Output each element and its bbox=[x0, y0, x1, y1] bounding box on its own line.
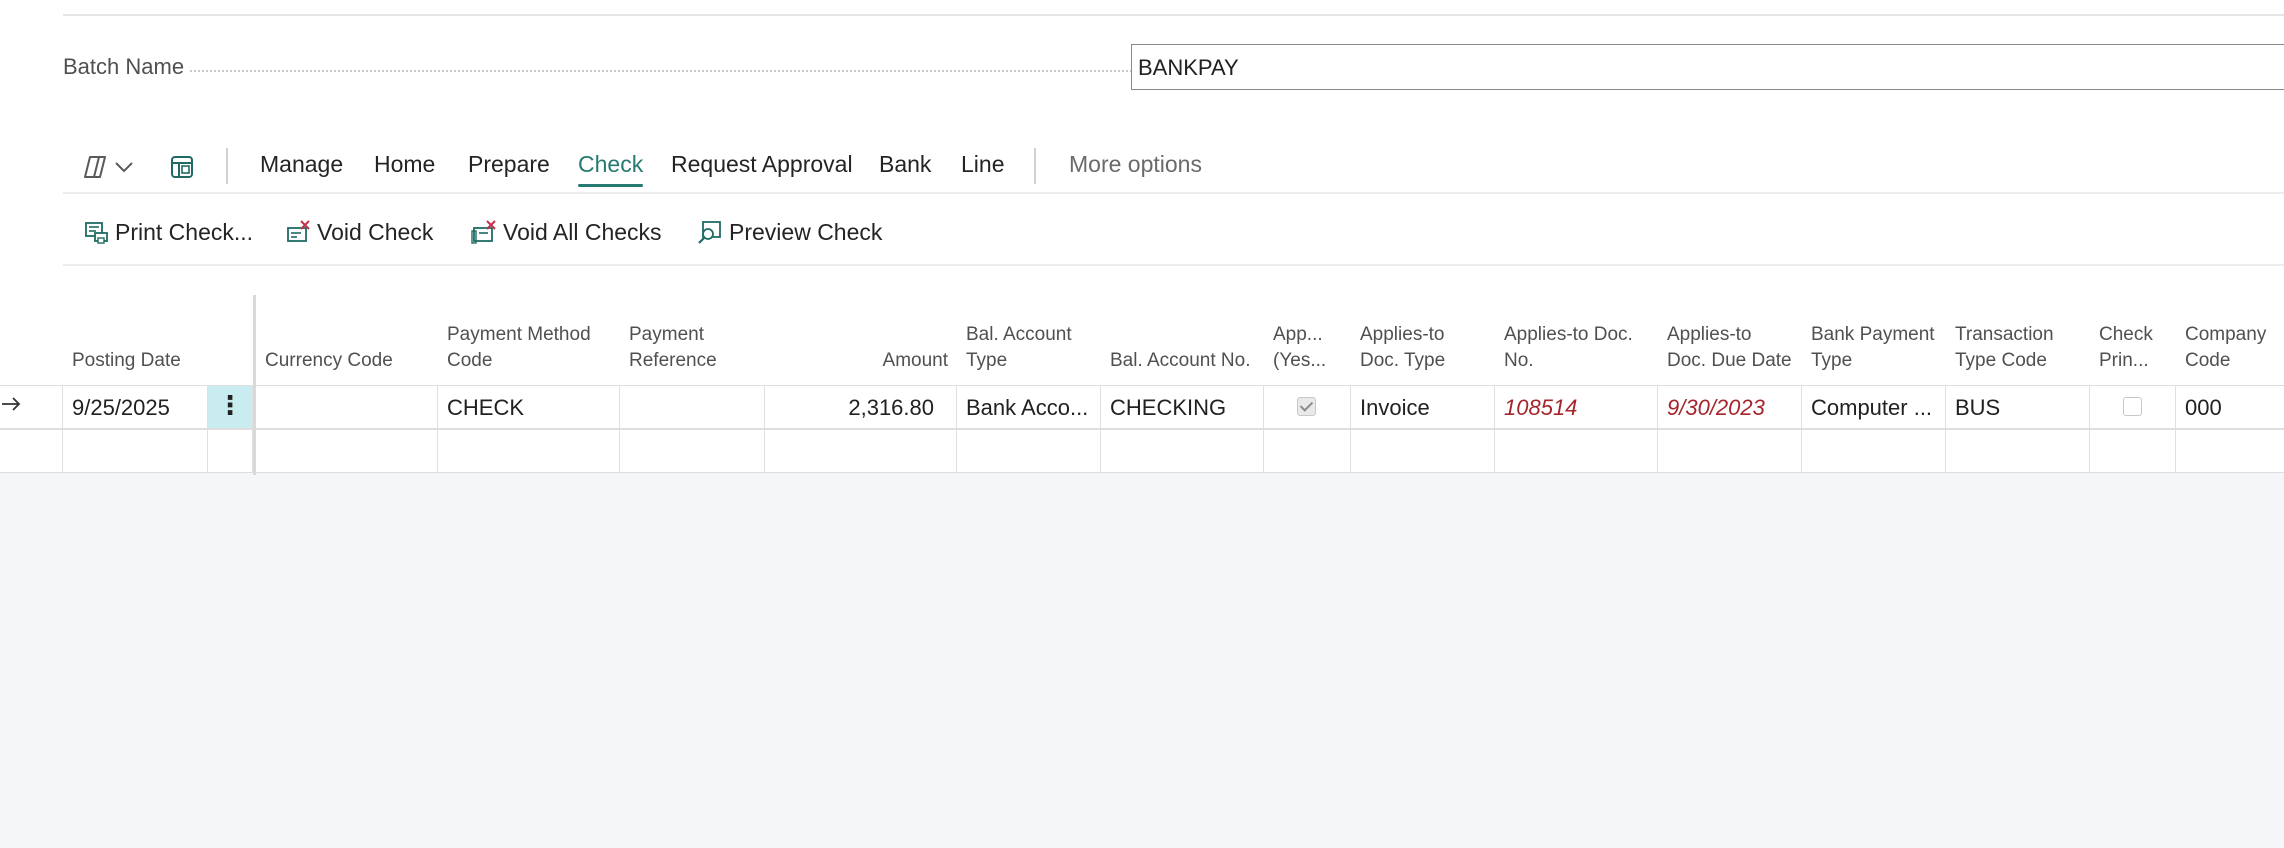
tab-manage[interactable]: Manage bbox=[260, 151, 343, 178]
empty-cell[interactable] bbox=[620, 430, 765, 472]
col-header-check-printed[interactable]: Check Prin... bbox=[2090, 322, 2176, 374]
action-bar-separator bbox=[1034, 148, 1036, 184]
col-header-currency-code[interactable]: Currency Code bbox=[256, 348, 438, 374]
cell-applies-to-doc-no[interactable]: 108514 bbox=[1495, 386, 1658, 428]
empty-cell[interactable] bbox=[957, 430, 1101, 472]
cell-posting-date[interactable]: 9/25/2025 bbox=[63, 386, 208, 428]
table-row[interactable]: 9/25/2025 ⋮ CHECK 2,316.80 Bank Acco... … bbox=[0, 385, 2284, 429]
row-indicator bbox=[0, 386, 63, 428]
void-all-checks-label: Void All Checks bbox=[503, 218, 662, 245]
copilot-dropdown[interactable] bbox=[81, 152, 135, 182]
page-inspect-button[interactable] bbox=[169, 152, 195, 182]
col-header-applies-to-doc-type[interactable]: Applies-to Doc. Type bbox=[1351, 322, 1495, 374]
action-bar: Manage Home Prepare Check Request Approv… bbox=[63, 140, 2284, 194]
cell-applies-to-doc-type[interactable]: Invoice bbox=[1351, 386, 1495, 428]
col-header-applies-to-doc-no[interactable]: Applies-to Doc. No. bbox=[1495, 322, 1658, 374]
col-header-company-code[interactable]: Company Code bbox=[2176, 322, 2284, 374]
tab-check[interactable]: Check bbox=[578, 151, 644, 187]
print-check-button[interactable]: Print Check... bbox=[83, 216, 253, 248]
batch-name-label: Batch Name bbox=[63, 54, 185, 79]
batch-name-input[interactable]: BANKPAY bbox=[1131, 44, 2284, 90]
check-printed-checkbox[interactable] bbox=[2123, 397, 2142, 416]
empty-cell[interactable] bbox=[63, 430, 208, 472]
cell-amount[interactable]: 2,316.80 bbox=[765, 386, 957, 428]
col-header-amount[interactable]: Amount bbox=[765, 348, 957, 374]
batch-name-leader bbox=[190, 70, 1180, 72]
frozen-column-divider[interactable] bbox=[253, 295, 256, 475]
check-actions-bar: Print Check... Void Check Void All Check… bbox=[63, 196, 2284, 266]
empty-cell[interactable] bbox=[1802, 430, 1946, 472]
col-header-bal-account-no[interactable]: Bal. Account No. bbox=[1101, 348, 1264, 374]
cell-payment-method-code[interactable]: CHECK bbox=[438, 386, 620, 428]
tab-prepare[interactable]: Prepare bbox=[468, 151, 550, 178]
copilot-icon bbox=[84, 156, 106, 178]
preview-check-icon bbox=[698, 221, 721, 244]
cell-bank-payment-type[interactable]: Computer ... bbox=[1802, 386, 1946, 428]
void-all-checks-icon bbox=[471, 220, 496, 244]
col-header-transaction-type-code[interactable]: Transaction Type Code bbox=[1946, 322, 2090, 374]
col-header-bal-account-type[interactable]: Bal. Account Type bbox=[957, 322, 1101, 374]
empty-cell[interactable] bbox=[438, 430, 620, 472]
cell-check-printed[interactable] bbox=[2090, 386, 2176, 428]
tab-line[interactable]: Line bbox=[961, 151, 1004, 178]
cell-payment-reference[interactable] bbox=[620, 386, 765, 428]
col-header-applies-to-doc-due-date[interactable]: Applies-to Doc. Due Date bbox=[1658, 322, 1802, 374]
tab-home[interactable]: Home bbox=[374, 151, 435, 178]
row-actions-button[interactable]: ⋮ bbox=[208, 386, 253, 428]
empty-cell[interactable] bbox=[2090, 430, 2176, 472]
col-header-applies-yes[interactable]: App... (Yes... bbox=[1264, 322, 1351, 374]
chevron-down-icon bbox=[115, 162, 133, 173]
empty-cell[interactable] bbox=[2176, 430, 2284, 472]
empty-cell[interactable] bbox=[1658, 430, 1802, 472]
tab-bank[interactable]: Bank bbox=[879, 151, 931, 178]
empty-cell[interactable] bbox=[765, 430, 957, 472]
void-check-button[interactable]: Void Check bbox=[285, 216, 433, 248]
void-check-label: Void Check bbox=[317, 218, 434, 245]
page-panel-icon bbox=[171, 156, 193, 178]
tab-request-approval[interactable]: Request Approval bbox=[671, 151, 853, 178]
arrow-right-icon bbox=[2, 397, 21, 411]
col-header-payment-reference[interactable]: Payment Reference bbox=[620, 322, 765, 374]
void-check-icon bbox=[287, 220, 310, 242]
void-all-checks-button[interactable]: Void All Checks bbox=[471, 216, 662, 248]
col-header-bank-payment-type[interactable]: Bank Payment Type bbox=[1802, 322, 1946, 374]
empty-cell[interactable] bbox=[1351, 430, 1495, 472]
action-bar-separator bbox=[226, 148, 228, 184]
more-options-button[interactable]: More options bbox=[1069, 151, 1202, 178]
empty-cell[interactable] bbox=[1101, 430, 1264, 472]
cell-bal-account-no[interactable]: CHECKING bbox=[1101, 386, 1264, 428]
cell-bal-account-type[interactable]: Bank Acco... bbox=[957, 386, 1101, 428]
top-divider bbox=[63, 14, 2284, 16]
batch-name-field: Batch Name BANKPAY bbox=[63, 44, 2284, 90]
grid-header: Posting Date Currency Code Payment Metho… bbox=[0, 292, 2284, 385]
applies-yes-checkbox bbox=[1297, 397, 1316, 416]
col-header-posting-date[interactable]: Posting Date bbox=[63, 348, 208, 374]
cell-applies-to-doc-due-date[interactable]: 9/30/2023 bbox=[1658, 386, 1802, 428]
cell-applies-yes bbox=[1264, 386, 1351, 428]
cell-currency-code[interactable] bbox=[256, 386, 438, 428]
cell-transaction-type-code[interactable]: BUS bbox=[1946, 386, 2090, 428]
empty-cell[interactable] bbox=[256, 430, 438, 472]
print-check-icon bbox=[85, 222, 108, 244]
journal-lines-grid: Posting Date Currency Code Payment Metho… bbox=[0, 292, 2284, 848]
print-check-label: Print Check... bbox=[115, 218, 254, 245]
empty-cell[interactable] bbox=[1946, 430, 2090, 472]
empty-cell[interactable] bbox=[1264, 430, 1351, 472]
preview-check-button[interactable]: Preview Check bbox=[697, 216, 882, 248]
table-row-empty[interactable] bbox=[0, 429, 2284, 473]
empty-cell bbox=[0, 430, 63, 472]
empty-cell bbox=[208, 430, 253, 472]
more-vertical-icon: ⋮ bbox=[217, 390, 243, 420]
cell-company-code[interactable]: 000 bbox=[2176, 386, 2284, 428]
col-header-payment-method-code[interactable]: Payment Method Code bbox=[438, 322, 620, 374]
empty-cell[interactable] bbox=[1495, 430, 1658, 472]
preview-check-label: Preview Check bbox=[729, 218, 883, 245]
